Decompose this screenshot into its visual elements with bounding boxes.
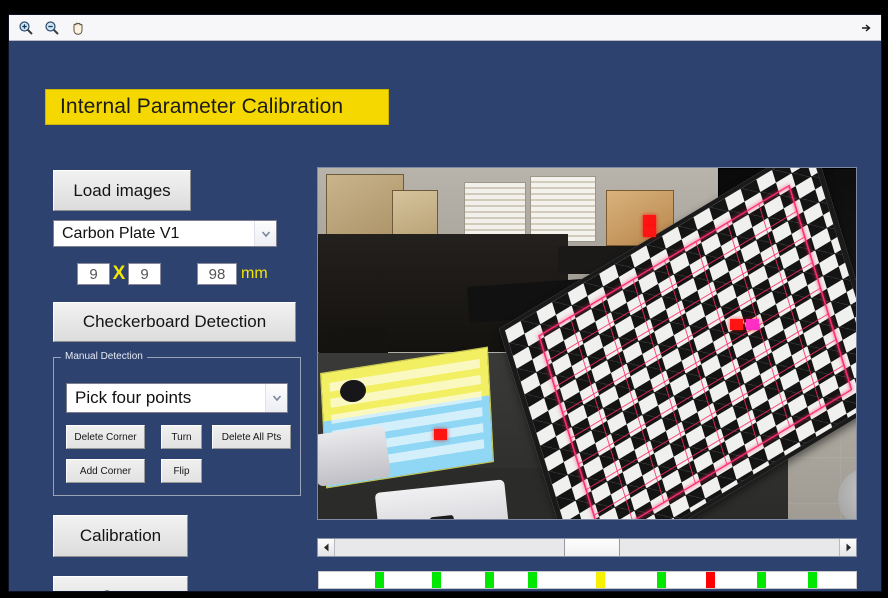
turn-button[interactable]: Turn	[161, 425, 202, 449]
dimension-separator: X	[112, 263, 126, 284]
paper-stack	[464, 182, 526, 242]
pan-hand-icon[interactable]	[66, 17, 90, 39]
hscroll-thumb[interactable]	[564, 539, 620, 556]
scroll-right-icon[interactable]	[839, 539, 856, 556]
corner-marker[interactable]	[745, 318, 759, 330]
window-frame: Internal Parameter Calibration Load imag…	[8, 14, 882, 592]
load-images-button[interactable]: Load images	[53, 170, 191, 211]
image-status-mark[interactable]	[528, 572, 538, 588]
checkerboard-detection-button[interactable]: Checkerboard Detection	[53, 302, 296, 342]
calibration-image-view[interactable]	[317, 167, 857, 520]
chevron-down-icon	[265, 384, 287, 412]
board-rows-input[interactable]: 9	[77, 263, 110, 285]
image-status-mark[interactable]	[375, 572, 385, 588]
image-status-strip[interactable]	[318, 571, 857, 589]
scroll-left-icon[interactable]	[318, 539, 335, 556]
figure-toolbar	[9, 15, 881, 41]
add-corner-button[interactable]: Add Corner	[66, 459, 145, 483]
toolbar-overflow-icon[interactable]	[857, 19, 875, 37]
corner-marker[interactable]	[643, 215, 657, 227]
image-status-mark[interactable]	[431, 572, 441, 588]
zoom-in-icon[interactable]	[14, 17, 38, 39]
plate-select[interactable]: Carbon Plate V1	[53, 220, 277, 247]
application-window: Internal Parameter Calibration Load imag…	[0, 0, 888, 598]
white-device	[318, 425, 392, 487]
chevron-down-icon	[254, 221, 276, 246]
plate-select-value: Carbon Plate V1	[62, 224, 180, 242]
image-hscrollbar[interactable]	[317, 538, 857, 557]
page-title: Internal Parameter Calibration	[45, 89, 389, 125]
square-size-unit-label: mm	[241, 265, 268, 282]
main-panel: Internal Parameter Calibration Load imag…	[9, 41, 881, 591]
image-status-mark[interactable]	[807, 572, 817, 588]
image-status-mark[interactable]	[657, 572, 667, 588]
flip-button[interactable]: Flip	[161, 459, 202, 483]
manual-detection-mode-value: Pick four points	[75, 388, 192, 407]
manual-detection-label: Manual Detection	[61, 351, 147, 362]
corner-marker[interactable]	[433, 429, 447, 441]
corner-marker[interactable]	[729, 318, 743, 330]
delete-all-pts-button[interactable]: Delete All Pts	[212, 425, 291, 449]
save-button[interactable]: Save	[53, 576, 188, 591]
delete-corner-button[interactable]: Delete Corner	[66, 425, 145, 449]
zoom-out-icon[interactable]	[40, 17, 64, 39]
paper-stack	[530, 176, 596, 242]
corner-marker[interactable]	[643, 225, 657, 237]
image-status-mark[interactable]	[756, 572, 766, 588]
board-cols-input[interactable]: 9	[128, 263, 161, 285]
calibration-photo	[318, 168, 856, 519]
square-size-input[interactable]: 98	[197, 263, 237, 285]
hscroll-track[interactable]	[335, 539, 839, 556]
manual-detection-mode-select[interactable]: Pick four points	[66, 383, 288, 413]
image-status-mark[interactable]	[595, 572, 605, 588]
calibration-button[interactable]: Calibration	[53, 515, 188, 557]
image-status-mark[interactable]	[705, 572, 715, 588]
image-status-mark[interactable]	[485, 572, 495, 588]
